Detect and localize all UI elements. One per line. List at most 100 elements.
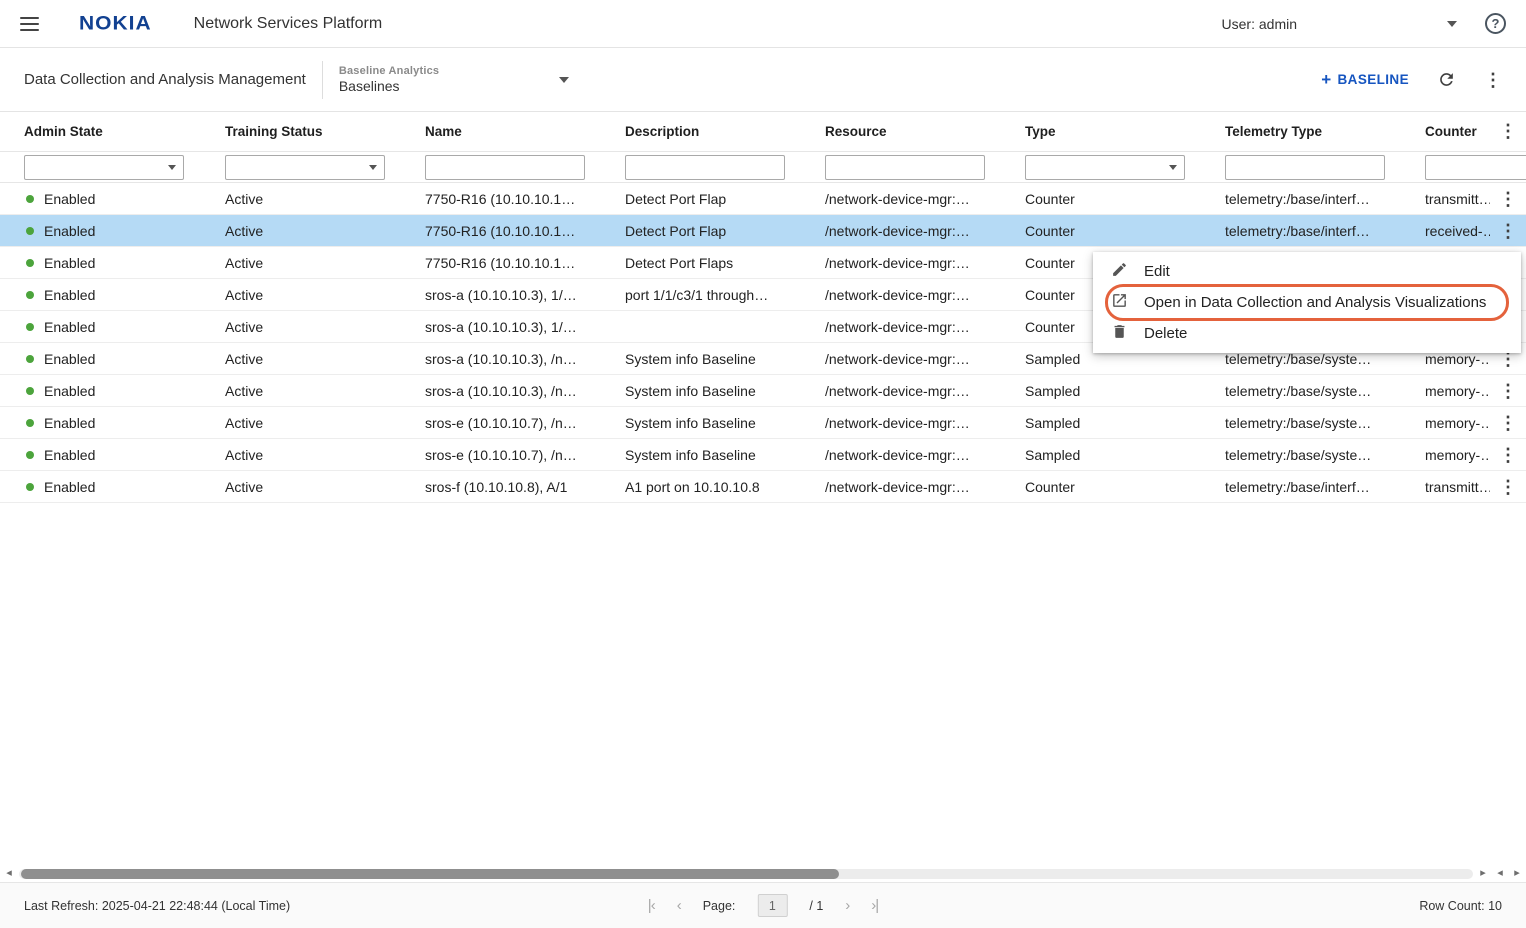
cell-training-status: Active — [201, 351, 401, 367]
next-page-icon[interactable]: › — [845, 898, 849, 913]
filter-type-select[interactable] — [1025, 155, 1185, 180]
row-context-menu: Edit Open in Data Collection and Analysi… — [1093, 252, 1521, 353]
table-row[interactable]: Enabled Active 7750-R16 (10.10.10.1… Det… — [0, 183, 1526, 215]
cell-type: Counter — [1001, 191, 1201, 207]
last-page-icon[interactable]: ›| — [871, 898, 878, 913]
filter-training-status-select[interactable] — [225, 155, 385, 180]
cell-description: System info Baseline — [601, 351, 801, 367]
cell-name: sros-a (10.10.10.3), 1/… — [401, 287, 601, 303]
chevron-down-icon — [1169, 165, 1177, 170]
table-row[interactable]: Enabled Active sros-f (10.10.10.8), A/1 … — [0, 471, 1526, 503]
cell-type: Sampled — [1001, 447, 1201, 463]
add-baseline-button[interactable]: + BASELINE — [1321, 71, 1409, 88]
table-row[interactable]: Enabled Active sros-e (10.10.10.7), /n… … — [0, 407, 1526, 439]
cell-resource: /network-device-mgr:… — [801, 287, 1001, 303]
app-title: Network Services Platform — [194, 15, 383, 33]
column-header-resource[interactable]: Resource — [801, 124, 1001, 139]
scrollbar-track[interactable] — [19, 869, 1473, 879]
menu-item-delete-label: Delete — [1144, 325, 1187, 342]
horizontal-scrollbar: ◂ ▸ ◂ ▸ — [0, 865, 1526, 882]
table-row[interactable]: Enabled Active sros-a (10.10.10.3), /n… … — [0, 375, 1526, 407]
table-row[interactable]: Enabled Active 7750-R16 (10.10.10.1… Det… — [0, 215, 1526, 247]
column-header-description[interactable]: Description — [601, 124, 801, 139]
row-actions-kebab-icon[interactable]: ⋮ — [1490, 190, 1526, 208]
column-scroll-right-icon[interactable]: ▸ — [1510, 868, 1524, 879]
scroll-right-icon[interactable]: ▸ — [1476, 868, 1490, 879]
column-scroll-left-icon[interactable]: ◂ — [1493, 868, 1507, 879]
column-header-admin-state[interactable]: Admin State — [0, 124, 201, 139]
filter-resource-input[interactable] — [825, 155, 985, 180]
cell-training-status: Active — [201, 287, 401, 303]
column-header-training-status[interactable]: Training Status — [201, 124, 401, 139]
cell-description: System info Baseline — [601, 383, 801, 399]
admin-state-text: Enabled — [44, 287, 95, 303]
filter-telemetry-type-input[interactable] — [1225, 155, 1385, 180]
cell-resource: /network-device-mgr:… — [801, 319, 1001, 335]
table-header-row: Admin State Training Status Name Descrip… — [0, 112, 1526, 152]
view-dropdown-value: Baselines — [339, 78, 439, 94]
cell-description: A1 port on 10.10.10.8 — [601, 479, 801, 495]
nokia-logo: NOKIA — [79, 12, 152, 34]
baselines-view-dropdown[interactable]: Baseline Analytics Baselines — [339, 65, 569, 94]
filter-counter-input[interactable] — [1425, 155, 1526, 180]
cell-admin-state-wrap: Enabled — [0, 191, 201, 207]
first-page-icon[interactable]: |‹ — [648, 898, 655, 913]
user-label: User: admin — [1222, 16, 1297, 32]
cell-name: 7750-R16 (10.10.10.1… — [401, 255, 601, 271]
column-header-name[interactable]: Name — [401, 124, 601, 139]
user-menu-caret-icon[interactable] — [1447, 21, 1457, 27]
top-bar: NOKIA Network Services Platform User: ad… — [0, 0, 1526, 48]
chevron-down-icon — [168, 165, 176, 170]
page-toolbar: Data Collection and Analysis Management … — [0, 48, 1526, 112]
cell-admin-state-wrap: Enabled — [0, 447, 201, 463]
prev-page-icon[interactable]: ‹ — [677, 898, 681, 913]
toolbar-kebab-icon[interactable]: ⋮ — [1484, 71, 1502, 89]
refresh-icon[interactable] — [1437, 70, 1456, 89]
cell-training-status: Active — [201, 191, 401, 207]
chevron-down-icon — [559, 77, 569, 83]
menu-item-edit[interactable]: Edit — [1093, 256, 1521, 287]
admin-state-text: Enabled — [44, 255, 95, 271]
help-icon[interactable]: ? — [1485, 13, 1506, 34]
row-actions-kebab-icon[interactable]: ⋮ — [1490, 446, 1526, 464]
status-dot-icon — [26, 355, 34, 363]
hamburger-menu-icon[interactable] — [20, 17, 39, 31]
cell-type: Counter — [1001, 223, 1201, 239]
cell-telemetry-type: telemetry:/base/syste… — [1201, 415, 1401, 431]
scroll-left-icon[interactable]: ◂ — [2, 868, 16, 879]
row-actions-kebab-icon[interactable]: ⋮ — [1490, 382, 1526, 400]
cell-resource: /network-device-mgr:… — [801, 415, 1001, 431]
column-header-counter[interactable]: Counter — [1401, 124, 1490, 139]
table-row[interactable]: Enabled Active sros-e (10.10.10.7), /n… … — [0, 439, 1526, 471]
toolbar-divider — [322, 61, 323, 99]
cell-type: Counter — [1001, 479, 1201, 495]
cell-resource: /network-device-mgr:… — [801, 255, 1001, 271]
row-actions-kebab-icon[interactable]: ⋮ — [1490, 478, 1526, 496]
filter-admin-state-select[interactable] — [24, 155, 184, 180]
filter-name-input[interactable] — [425, 155, 585, 180]
toolbar-actions: + BASELINE ⋮ — [1321, 70, 1502, 89]
scrollbar-thumb[interactable] — [21, 869, 839, 879]
menu-item-delete[interactable]: Delete — [1093, 318, 1521, 349]
cell-admin-state-wrap: Enabled — [0, 255, 201, 271]
row-actions-kebab-icon[interactable]: ⋮ — [1490, 414, 1526, 432]
menu-item-open-in-visualizations[interactable]: Open in Data Collection and Analysis Vis… — [1093, 287, 1521, 318]
chevron-down-icon — [369, 165, 377, 170]
status-dot-icon — [26, 323, 34, 331]
column-header-telemetry-type[interactable]: Telemetry Type — [1201, 124, 1401, 139]
page-number-input[interactable] — [757, 894, 787, 917]
cell-telemetry-type: telemetry:/base/interf… — [1201, 479, 1401, 495]
column-header-type[interactable]: Type — [1001, 124, 1201, 139]
column-settings-kebab-icon[interactable]: ⋮ — [1490, 122, 1526, 142]
cell-type: Sampled — [1001, 383, 1201, 399]
admin-state-text: Enabled — [44, 223, 95, 239]
filter-description-input[interactable] — [625, 155, 785, 180]
cell-admin-state-wrap: Enabled — [0, 351, 201, 367]
cell-telemetry-type: telemetry:/base/syste… — [1201, 447, 1401, 463]
admin-state-text: Enabled — [44, 191, 95, 207]
cell-training-status: Active — [201, 319, 401, 335]
row-actions-kebab-icon[interactable]: ⋮ — [1490, 222, 1526, 240]
app-root: NOKIA Network Services Platform User: ad… — [0, 0, 1526, 928]
menu-item-open-label: Open in Data Collection and Analysis Vis… — [1144, 294, 1486, 311]
topbar-right: User: admin ? — [1222, 13, 1506, 34]
